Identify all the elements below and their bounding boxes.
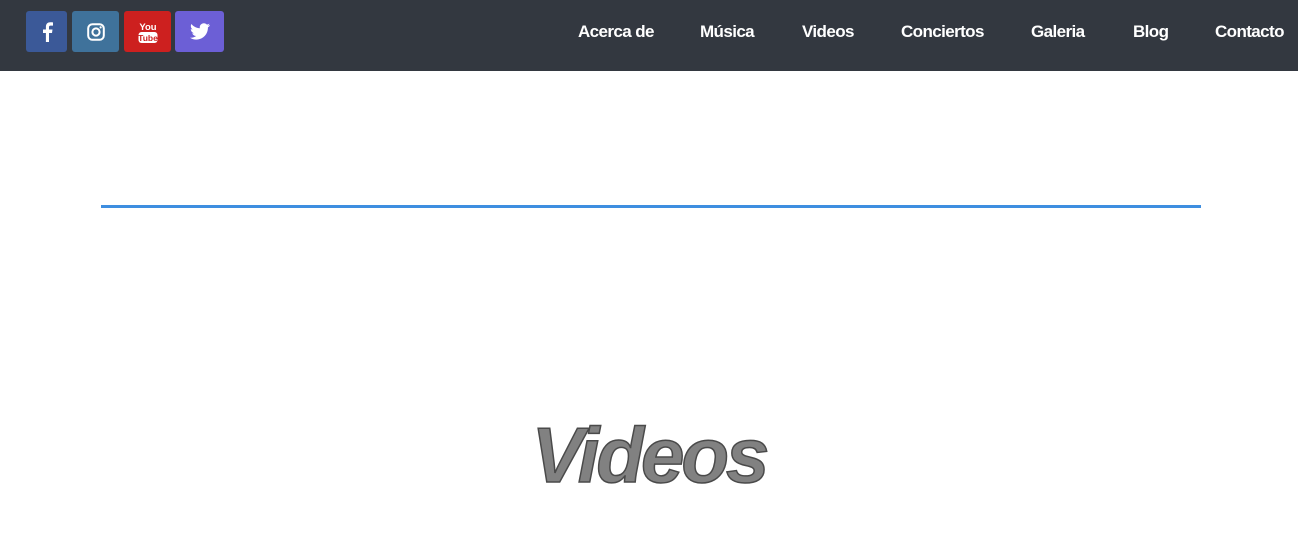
facebook-button[interactable] (26, 11, 67, 52)
youtube-icon: You Tube (137, 20, 159, 44)
top-navbar: You Tube Acerca de Música Videos Concier… (0, 0, 1298, 71)
nav-videos[interactable]: Videos (802, 0, 854, 63)
nav-contacto[interactable]: Contacto (1215, 0, 1284, 63)
youtube-button[interactable]: You Tube (124, 11, 171, 52)
section-divider (101, 205, 1201, 208)
nav-galeria[interactable]: Galeria (1031, 0, 1085, 63)
svg-text:Tube: Tube (138, 33, 158, 43)
twitter-icon (189, 23, 210, 40)
facebook-icon (41, 21, 53, 42)
page-heading: Videos (531, 410, 770, 500)
twitter-button[interactable] (175, 11, 224, 52)
instagram-button[interactable] (72, 11, 119, 52)
svg-text:You: You (139, 22, 156, 33)
nav-conciertos[interactable]: Conciertos (901, 0, 984, 63)
nav-musica[interactable]: Música (700, 0, 755, 63)
nav-blog[interactable]: Blog (1133, 0, 1169, 63)
instagram-icon (86, 22, 105, 41)
nav-acerca-de[interactable]: Acerca de (578, 0, 654, 63)
